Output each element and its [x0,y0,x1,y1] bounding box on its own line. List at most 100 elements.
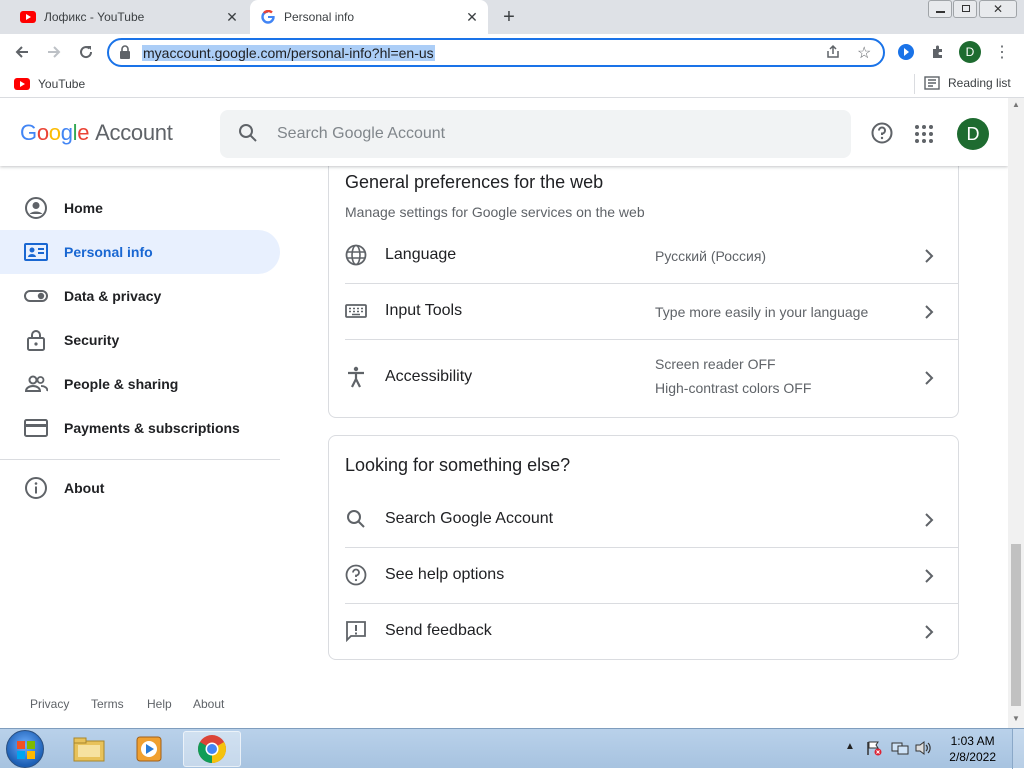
sidebar-item-payments[interactable]: Payments & subscriptions [0,406,280,450]
sidebar-item-home[interactable]: Home [0,186,280,230]
input-tools-row[interactable]: Input Tools Type more easily in your lan… [345,284,959,340]
search-account-row[interactable]: Search Google Account [345,492,959,548]
profile-avatar[interactable]: D [958,40,982,64]
accessibility-row[interactable]: Accessibility Screen reader OFF High-con… [345,340,959,416]
tab-youtube[interactable]: Лофикс - YouTube ✕ [12,0,248,34]
browser-toolbar: myaccount.google.com/personal-info?hl=en… [0,34,1024,70]
feedback-icon [345,620,369,644]
sidebar-divider [0,459,280,460]
reading-list-button[interactable]: Reading list [924,76,1011,90]
reload-icon[interactable] [74,40,98,64]
bookmark-youtube[interactable]: YouTube [14,77,85,91]
clock-date: 2/8/2022 [949,750,996,764]
row-label: Input Tools [385,302,463,319]
apps-grid-icon[interactable] [915,125,933,148]
row-value-line2: High-contrast colors OFF [655,380,812,396]
google-g-icon [260,9,276,25]
section-title: General preferences for the web [345,172,604,192]
sidebar-item-personal-info[interactable]: Personal info [0,230,280,274]
row-label: See help options [385,566,505,583]
volume-icon[interactable] [914,740,932,761]
page-viewport: Google Account Search Google Account D Ho… [0,98,1008,728]
taskbar-media-player[interactable] [121,731,179,767]
sidebar-item-label: Data & privacy [64,288,162,304]
help-options-row[interactable]: See help options [345,548,959,604]
reading-list-label: Reading list [948,76,1011,90]
footer-link-about[interactable]: About [193,697,224,711]
language-row[interactable]: Language Русский (Россия) [345,228,959,284]
scroll-down-arrow-icon[interactable]: ▼ [1012,714,1020,723]
footer-link-help[interactable]: Help [147,697,172,711]
close-tab-icon[interactable]: ✕ [464,9,480,25]
row-value: Русский (Россия) [655,248,767,264]
new-tab-icon[interactable]: + [498,6,520,28]
send-feedback-row[interactable]: Send feedback [345,604,959,660]
action-center-flag-icon[interactable] [866,740,882,761]
minimize-icon[interactable] [928,0,952,18]
search-icon [345,508,369,532]
tab-strip: Лофикс - YouTube ✕ Personal info ✕ + ✕ [0,0,1024,34]
toggle-icon [24,284,48,308]
extensions-puzzle-icon[interactable] [926,40,950,64]
menu-more-icon[interactable]: ⋮ [990,40,1014,64]
search-account-input[interactable]: Search Google Account [220,110,851,158]
taskbar-explorer[interactable] [60,731,118,767]
page-scrollbar[interactable]: ▲ ▼ [1008,98,1024,728]
address-bar[interactable]: myaccount.google.com/personal-info?hl=en… [107,38,885,67]
chevron-right-icon [917,366,941,390]
row-label: Language [385,246,457,263]
people-icon [24,372,49,396]
account-avatar[interactable]: D [957,118,989,150]
app-bar: Google Account Search Google Account D [0,98,1008,166]
sidebar-item-people-sharing[interactable]: People & sharing [0,362,280,406]
scroll-up-arrow-icon[interactable]: ▲ [1012,100,1020,109]
extension-icon[interactable] [894,40,918,64]
footer-link-terms[interactable]: Terms [91,697,124,711]
show-desktop-button[interactable] [1012,729,1024,769]
divider [914,74,915,94]
back-icon[interactable] [10,40,34,64]
sidebar-item-security[interactable]: Security [0,318,280,362]
media-player-icon [136,736,162,762]
account-circle-icon [24,196,48,220]
windows-taskbar: ▲ 1:03 AM 2/8/2022 [0,728,1024,769]
tab-personal-info[interactable]: Personal info ✕ [250,0,488,34]
close-window-icon[interactable]: ✕ [979,0,1017,18]
tab-title: Лофикс - YouTube [44,10,145,24]
bookmarks-bar: YouTube Reading list [0,70,1024,98]
help-icon [345,564,369,588]
general-preferences-card: General preferences for the web Manage s… [328,148,959,418]
windows-logo-icon [17,741,35,759]
sidebar-item-label: People & sharing [64,376,179,392]
network-icon[interactable] [891,740,909,761]
search-icon [238,123,258,148]
chrome-icon [198,735,226,763]
profile-initial: D [959,41,981,63]
system-clock[interactable]: 1:03 AM 2/8/2022 [949,733,996,765]
taskbar-chrome[interactable] [183,731,241,767]
chevron-right-icon [917,564,941,588]
row-label: Accessibility [385,368,473,385]
restore-icon[interactable] [953,0,977,18]
tab-title: Personal info [284,10,355,24]
id-card-icon [24,240,48,264]
url-text[interactable]: myaccount.google.com/personal-info?hl=en… [142,45,435,61]
chevron-right-icon [917,508,941,532]
show-hidden-icons-icon[interactable]: ▲ [845,741,855,752]
scrollbar-thumb[interactable] [1011,544,1021,706]
start-button[interactable] [6,730,44,768]
row-value-line1: Screen reader OFF [655,356,776,372]
chevron-right-icon [917,620,941,644]
lock-icon[interactable] [119,45,131,64]
footer-link-privacy[interactable]: Privacy [30,697,69,711]
share-icon[interactable] [825,44,841,65]
help-icon[interactable] [871,122,893,149]
forward-icon[interactable] [42,40,66,64]
sidebar-item-data-privacy[interactable]: Data & privacy [0,274,280,318]
sidebar-item-about[interactable]: About [0,466,280,510]
bookmark-star-icon[interactable]: ☆ [857,43,871,63]
close-tab-icon[interactable]: ✕ [224,9,240,25]
google-wordmark: Google [20,120,90,145]
section-title: Looking for something else? [345,455,571,475]
google-account-logo[interactable]: Google Account [20,120,173,146]
